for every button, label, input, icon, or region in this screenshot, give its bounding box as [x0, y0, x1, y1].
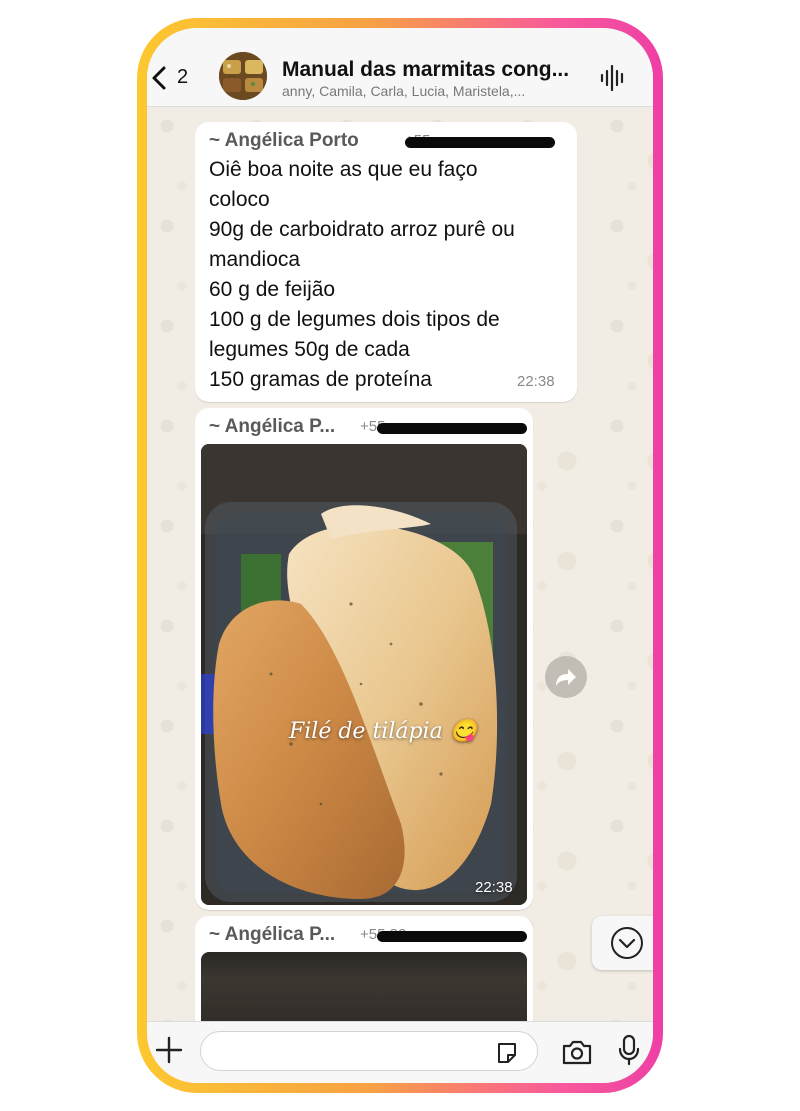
chevron-down-circle-icon [611, 927, 643, 959]
forward-button[interactable] [545, 656, 587, 698]
group-members[interactable]: anny, Camila, Carla, Lucia, Maristela,..… [282, 83, 582, 99]
microphone-icon [618, 1034, 640, 1066]
unread-count[interactable]: 2 [177, 66, 188, 89]
message-time: 22:38 [517, 373, 555, 390]
redaction-bar [377, 423, 527, 434]
camera-icon [562, 1040, 592, 1065]
sender-name[interactable]: ~ Angélica P... [209, 416, 335, 438]
chat-screen: 2 Manual das marmitas cong... anny, Cami… [147, 28, 653, 1083]
food-container-image [219, 52, 267, 100]
message-line: 90g de carboidrato arroz purê ou [209, 218, 515, 241]
sender-name[interactable]: ~ Angélica P... [209, 924, 335, 946]
plus-icon [155, 1036, 183, 1064]
scroll-to-bottom-button[interactable] [592, 916, 653, 970]
group-avatar[interactable] [219, 52, 267, 100]
chat-header: 2 Manual das marmitas cong... anny, Cami… [147, 28, 653, 107]
message-line: coloco [209, 188, 270, 211]
group-title[interactable]: Manual das marmitas cong... [282, 58, 582, 82]
back-button[interactable] [149, 64, 171, 92]
message-bubble[interactable]: ~ Angélica Porto +55 Oiê boa noite as qu… [195, 122, 577, 402]
photo-caption: Filé de tilápia 😋 [289, 719, 478, 744]
sender-name[interactable]: ~ Angélica Porto [209, 130, 359, 152]
forward-arrow-icon [556, 669, 576, 686]
message-line: 60 g de feijão [209, 278, 336, 301]
tilapia-photo-image [201, 444, 527, 905]
audio-wave-button[interactable] [600, 64, 626, 92]
food-photo[interactable]: Filé de tilápia 😋 22:38 [201, 444, 527, 905]
message-line: legumes 50g de cada [209, 338, 410, 361]
message-line: 150 gramas de proteína [209, 368, 432, 391]
redaction-bar [405, 137, 555, 148]
chevron-left-icon [152, 66, 166, 90]
message-time: 22:38 [475, 879, 513, 896]
message-input[interactable] [200, 1031, 538, 1071]
microphone-button[interactable] [618, 1034, 640, 1066]
message-line: Oiê boa noite as que eu faço [209, 158, 478, 181]
attach-button[interactable] [155, 1036, 183, 1064]
photo-message-bubble[interactable]: ~ Angélica P... +55 Filé de tilápia 😋 22… [195, 408, 533, 910]
sticker-icon [498, 1043, 516, 1063]
sticker-button[interactable] [495, 1041, 519, 1065]
photo-message-bubble[interactable]: ~ Angélica P... +55 82 [195, 916, 533, 1042]
message-input-bar [147, 1021, 653, 1083]
camera-button[interactable] [561, 1038, 593, 1066]
message-line: 100 g de legumes dois tipos de [209, 308, 500, 331]
redaction-bar [377, 931, 527, 942]
message-line: mandioca [209, 248, 301, 271]
audio-wave-icon [600, 64, 624, 92]
message-text: Oiê boa noite as que eu faço coloco 90g … [209, 155, 515, 395]
